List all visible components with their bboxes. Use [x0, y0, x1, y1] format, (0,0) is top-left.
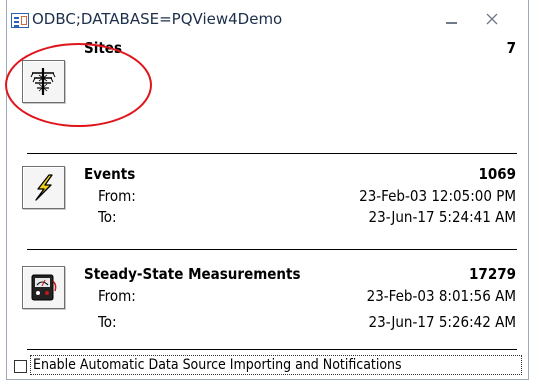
- divider: [27, 249, 517, 250]
- sites-count: 7: [506, 39, 516, 57]
- divider: [27, 153, 517, 154]
- steady-state-to-label: To:: [98, 313, 117, 331]
- events-title: Events: [84, 165, 136, 183]
- divider: [27, 349, 517, 350]
- auto-import-row: Enable Automatic Data Source Importing a…: [7, 355, 528, 381]
- auto-import-label[interactable]: Enable Automatic Data Source Importing a…: [30, 355, 522, 375]
- sites-title: Sites: [84, 39, 122, 57]
- database-window: ODBC;DATABASE=PQView4Demo Sites 7 Events…: [6, 0, 529, 380]
- events-button[interactable]: [22, 166, 65, 209]
- sites-button[interactable]: [22, 60, 65, 103]
- title-bar[interactable]: ODBC;DATABASE=PQView4Demo: [7, 0, 528, 38]
- events-to-value: 23-Jun-17 5:24:41 AM: [368, 208, 516, 226]
- lightning-bolt-icon: [35, 174, 53, 201]
- close-button[interactable]: [478, 8, 506, 30]
- steady-state-count: 17279: [469, 265, 516, 283]
- events-to-label: To:: [98, 208, 117, 226]
- multimeter-icon: [31, 274, 57, 301]
- auto-import-checkbox[interactable]: [14, 360, 27, 373]
- form-icon: [11, 13, 29, 28]
- steady-state-button[interactable]: [22, 266, 65, 309]
- minimize-icon: [445, 22, 457, 24]
- window-title: ODBC;DATABASE=PQView4Demo: [32, 10, 283, 28]
- transmission-tower-icon: [30, 68, 56, 95]
- steady-state-to-value: 23-Jun-17 5:26:42 AM: [368, 313, 516, 331]
- events-count: 1069: [478, 165, 516, 183]
- steady-state-title: Steady-State Measurements: [84, 265, 301, 283]
- summary-panel: Sites 7 Events 1069 From: 23-Feb-03 12:0…: [7, 38, 528, 378]
- steady-state-from-value: 23-Feb-03 8:01:56 AM: [366, 287, 516, 305]
- events-from-label: From:: [98, 187, 136, 205]
- close-icon: [486, 13, 498, 25]
- events-from-value: 23-Feb-03 12:05:00 PM: [359, 187, 516, 205]
- steady-state-from-label: From:: [98, 287, 136, 305]
- minimize-button[interactable]: [437, 8, 465, 30]
